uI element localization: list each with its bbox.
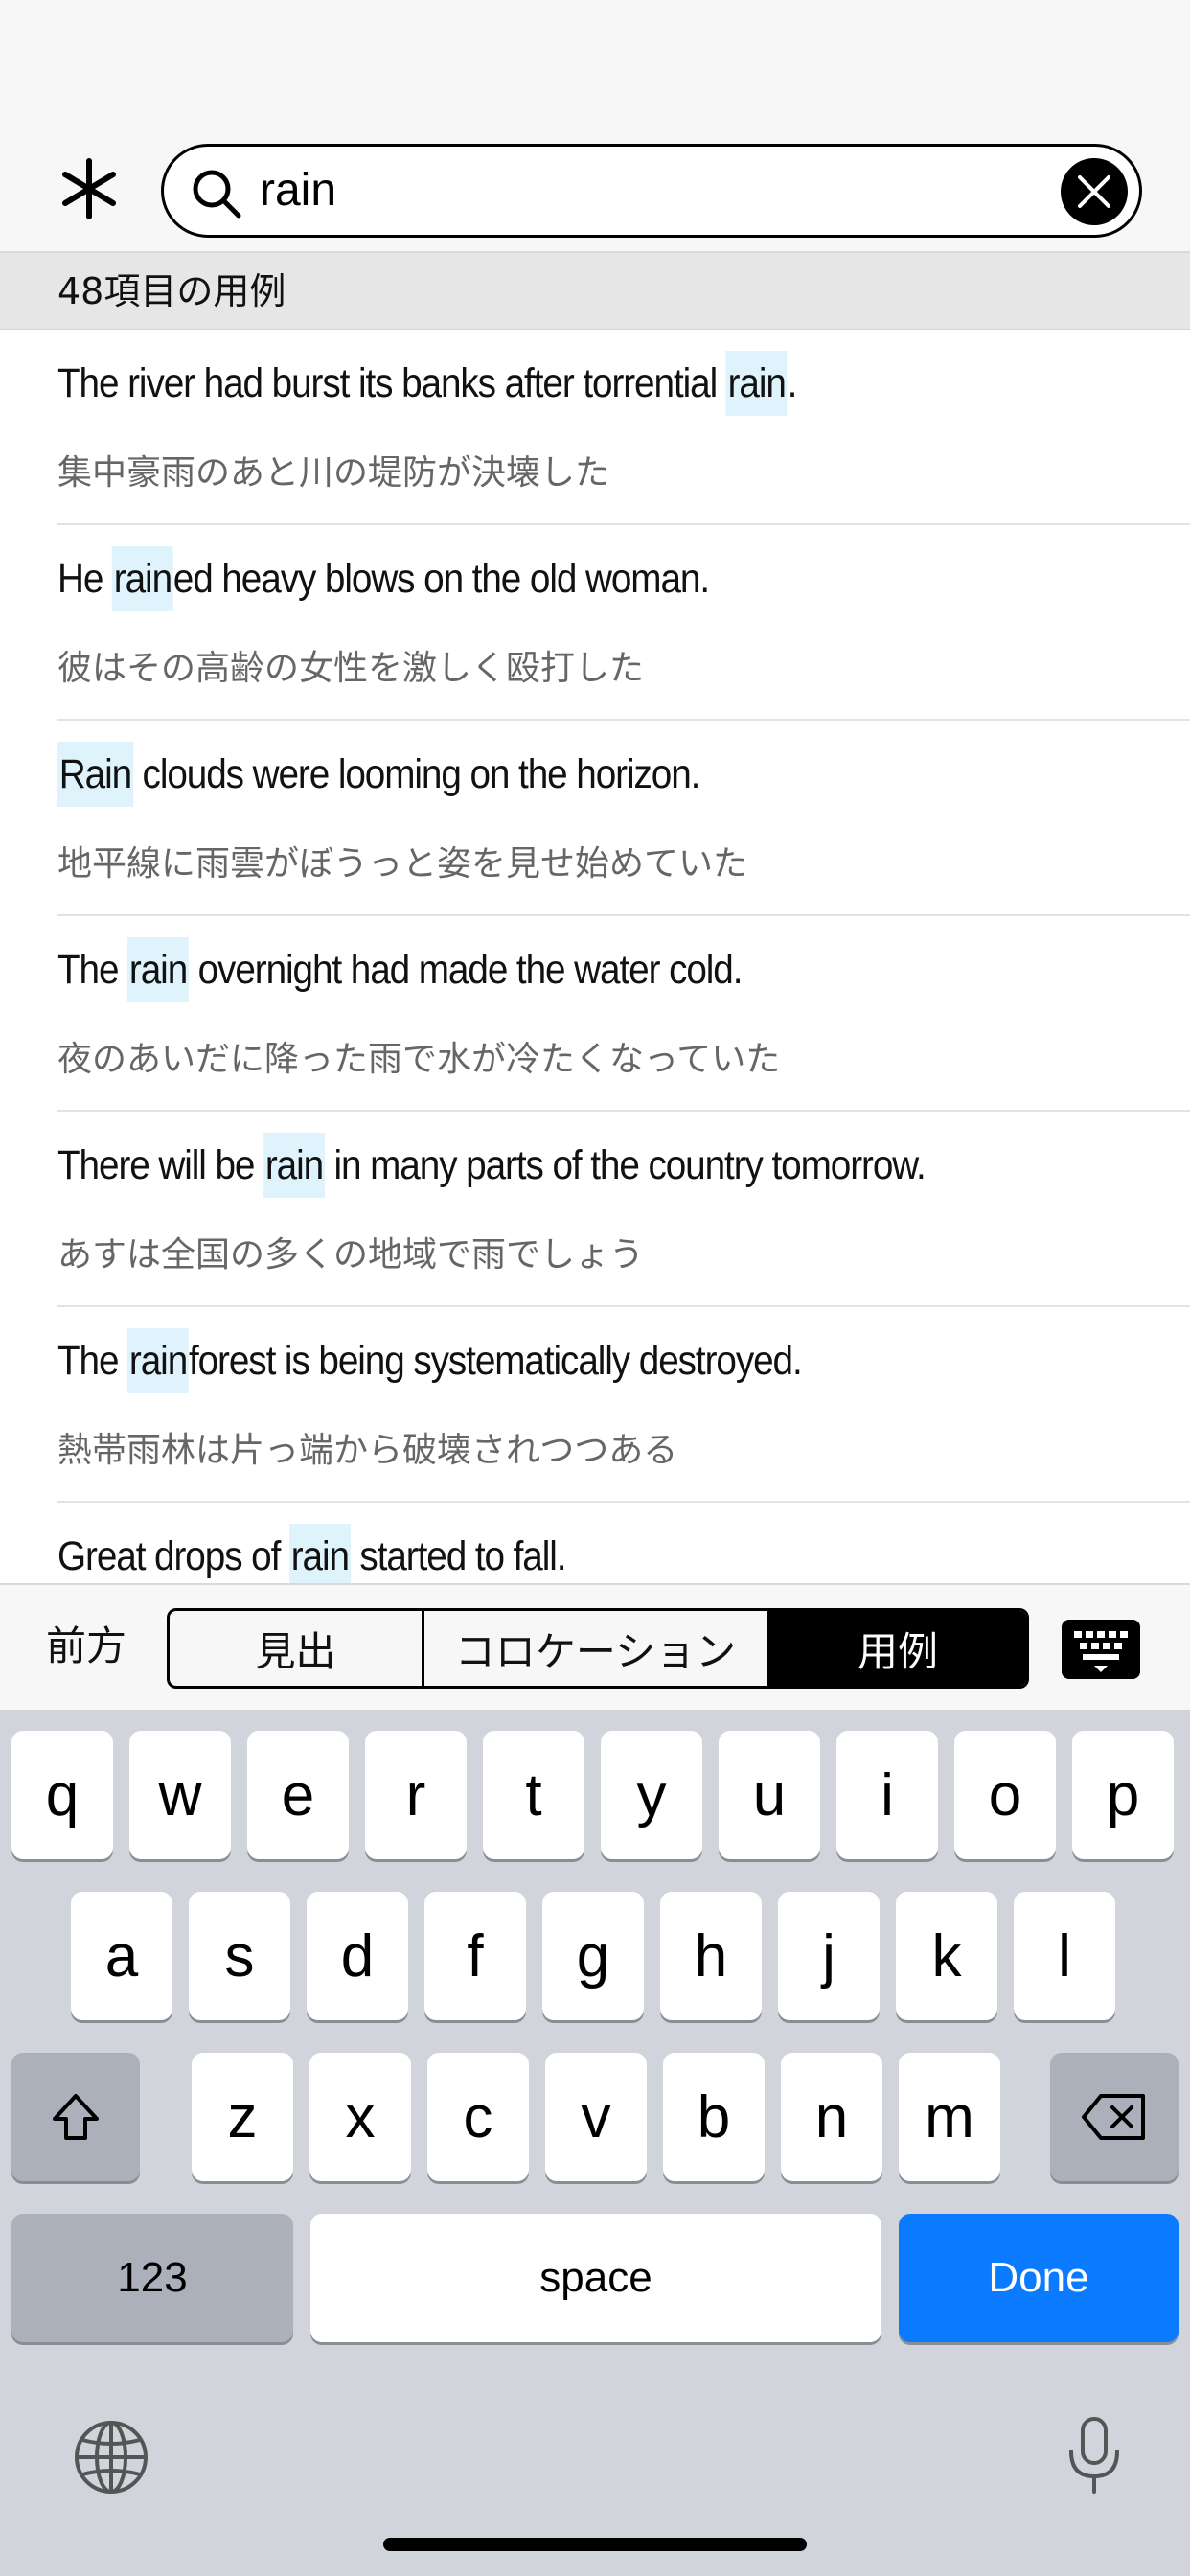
segment-headword[interactable]: 見出 bbox=[170, 1611, 424, 1686]
translation: 熱帯雨林は片っ端から破壊されつつある bbox=[57, 1431, 678, 1470]
key-t[interactable]: t bbox=[483, 1731, 584, 1859]
key-i[interactable]: i bbox=[836, 1731, 938, 1859]
key-h[interactable]: h bbox=[660, 1892, 762, 2020]
on-screen-keyboard: 123 space Done qwertyuiop asdfghjkl zxcvbn… bbox=[0, 1710, 1190, 2576]
sentence-text: overnight had made the water cold. bbox=[188, 947, 744, 993]
key-a[interactable]: a bbox=[71, 1892, 172, 2020]
search-term-highlight: rain bbox=[725, 351, 788, 416]
asterisk-icon[interactable] bbox=[54, 153, 125, 224]
search-term-highlight: rain bbox=[111, 546, 173, 611]
segment-examples[interactable]: 用例 bbox=[769, 1611, 1026, 1686]
example-sentence: The rainforest is being systematically d… bbox=[57, 1328, 803, 1393]
results-count-label: 48項目の用例 bbox=[57, 270, 286, 312]
segment-collocation[interactable]: コロケーション bbox=[424, 1611, 769, 1686]
key-c[interactable]: c bbox=[427, 2053, 529, 2181]
example-sentence: There will be rain in many parts of the … bbox=[57, 1133, 927, 1198]
example-sentence: The rain overnight had made the water co… bbox=[57, 937, 744, 1002]
sentence-text: The river had burst its banks after torr… bbox=[57, 360, 726, 406]
key-y[interactable]: y bbox=[601, 1731, 702, 1859]
list-item[interactable]: There will be rain in many parts of the … bbox=[0, 1112, 1190, 1307]
key-u[interactable]: u bbox=[719, 1731, 820, 1859]
key-l[interactable]: l bbox=[1014, 1892, 1115, 2020]
example-sentence: Rain clouds were looming on the horizon. bbox=[57, 742, 701, 807]
example-sentence: Great drops of rain started to fall. bbox=[57, 1524, 567, 1583]
list-item[interactable]: The rain overnight had made the water co… bbox=[0, 916, 1190, 1112]
clear-icon bbox=[1078, 175, 1110, 208]
delete-key[interactable] bbox=[1050, 2053, 1179, 2181]
sentence-text: started to fall. bbox=[350, 1533, 566, 1579]
search-term-highlight: Rain bbox=[57, 742, 133, 807]
sentence-text: There will be bbox=[57, 1142, 264, 1188]
translation: あすは全国の多くの地域で雨でしょう bbox=[57, 1235, 645, 1275]
list-item[interactable]: Rain clouds were looming on the horizon.… bbox=[0, 721, 1190, 916]
translation: 夜のあいだに降った雨で水が冷たくなっていた bbox=[57, 1040, 781, 1079]
keyboard-icon[interactable] bbox=[1062, 1620, 1140, 1679]
clear-button[interactable] bbox=[1061, 158, 1128, 225]
microphone-icon[interactable] bbox=[1064, 2415, 1125, 2497]
key-d[interactable]: d bbox=[307, 1892, 408, 2020]
key-w[interactable]: w bbox=[129, 1731, 231, 1859]
search-mode-segmented-control[interactable]: 見出 コロケーション 用例 bbox=[167, 1608, 1029, 1689]
top-bar: rain bbox=[0, 0, 1190, 253]
sentence-text: . bbox=[787, 360, 798, 406]
space-key[interactable]: space bbox=[310, 2214, 881, 2342]
search-term-highlight: rain bbox=[127, 1328, 189, 1393]
key-p[interactable]: p bbox=[1072, 1731, 1174, 1859]
search-term-highlight: rain bbox=[127, 937, 189, 1002]
list-item[interactable]: He rained heavy blows on the old woman. 彼… bbox=[0, 525, 1190, 721]
key-e[interactable]: e bbox=[247, 1731, 349, 1859]
sentence-text: in many parts of the country tomorrow. bbox=[324, 1142, 927, 1188]
key-f[interactable]: f bbox=[424, 1892, 526, 2020]
delete-icon bbox=[1082, 2094, 1145, 2140]
results-list[interactable]: The river had burst its banks after torr… bbox=[0, 330, 1190, 1583]
filter-bar: 前方 見出 コロケーション 用例 bbox=[0, 1583, 1190, 1710]
sentence-text: Great drops of bbox=[57, 1533, 289, 1579]
shift-icon bbox=[53, 2094, 99, 2140]
globe-icon[interactable] bbox=[73, 2419, 149, 2496]
search-input[interactable]: rain bbox=[260, 147, 336, 235]
translation: 集中豪雨のあと川の堤防が決壊した bbox=[57, 453, 610, 493]
sentence-text: The bbox=[57, 1338, 128, 1384]
done-key[interactable]: Done bbox=[899, 2214, 1179, 2342]
list-item[interactable]: The river had burst its banks after torr… bbox=[0, 330, 1190, 525]
shift-key[interactable] bbox=[11, 2053, 140, 2181]
key-g[interactable]: g bbox=[542, 1892, 644, 2020]
key-r[interactable]: r bbox=[365, 1731, 467, 1859]
numbers-key[interactable]: 123 bbox=[11, 2214, 293, 2342]
key-s[interactable]: s bbox=[189, 1892, 290, 2020]
results-count-header: 48項目の用例 bbox=[0, 253, 1190, 330]
list-item[interactable]: The rainforest is being systematically d… bbox=[0, 1307, 1190, 1503]
sentence-text: The bbox=[57, 947, 128, 993]
key-q[interactable]: q bbox=[11, 1731, 113, 1859]
key-v[interactable]: v bbox=[545, 2053, 647, 2181]
key-o[interactable]: o bbox=[954, 1731, 1056, 1859]
search-term-highlight: rain bbox=[263, 1133, 325, 1198]
sentence-text: forest is being systematically destroyed… bbox=[188, 1338, 803, 1384]
home-indicator bbox=[383, 2538, 807, 2551]
key-j[interactable]: j bbox=[778, 1892, 880, 2020]
translation: 地平線に雨雲がぼうっと姿を見せ始めていた bbox=[57, 844, 748, 884]
search-icon bbox=[193, 170, 241, 218]
example-sentence: He rained heavy blows on the old woman. bbox=[57, 546, 710, 611]
key-z[interactable]: z bbox=[192, 2053, 293, 2181]
prefix-match-button[interactable]: 前方 bbox=[46, 1585, 126, 1708]
sentence-text: ed heavy blows on the old woman. bbox=[172, 556, 710, 602]
example-sentence: The river had burst its banks after torr… bbox=[57, 351, 798, 416]
key-b[interactable]: b bbox=[663, 2053, 765, 2181]
key-n[interactable]: n bbox=[781, 2053, 882, 2181]
key-x[interactable]: x bbox=[309, 2053, 411, 2181]
sentence-text: clouds were looming on the horizon. bbox=[132, 751, 701, 797]
key-k[interactable]: k bbox=[896, 1892, 997, 2020]
key-m[interactable]: m bbox=[899, 2053, 1000, 2181]
list-item[interactable]: Great drops of rain started to fall. bbox=[0, 1503, 1190, 1583]
translation: 彼はその高齢の女性を激しく殴打した bbox=[57, 649, 645, 688]
search-field[interactable]: rain bbox=[161, 144, 1142, 238]
search-term-highlight: rain bbox=[288, 1524, 351, 1583]
sentence-text: He bbox=[57, 556, 112, 602]
